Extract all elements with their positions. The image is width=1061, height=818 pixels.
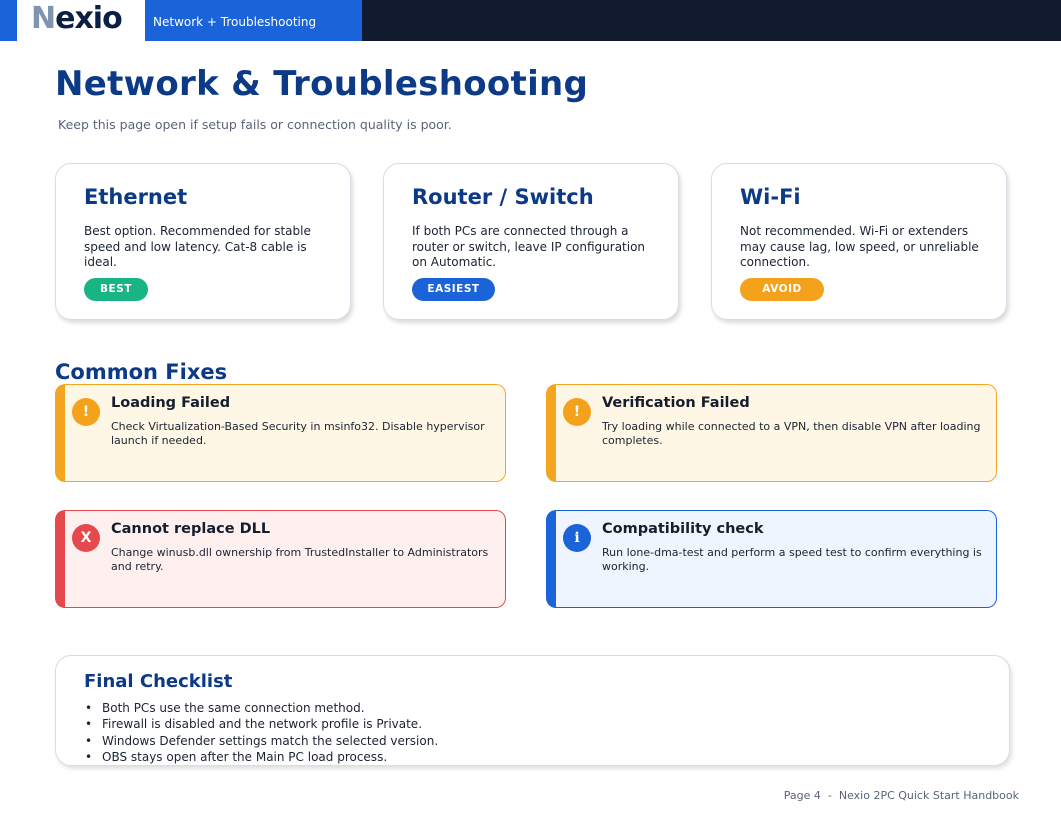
warning-icon: ! <box>72 398 100 426</box>
bullet-icon: • <box>85 717 93 732</box>
checklist-item: • Firewall is disabled and the network pr… <box>85 717 423 732</box>
header-section-label: Network + Troubleshooting <box>153 15 317 29</box>
common-fixes-title: Common Fixes <box>55 360 228 384</box>
bullet-icon: • <box>85 749 93 764</box>
card-title: Ethernet <box>84 185 188 209</box>
checklist-item: • OBS stays open after the Main PC load p… <box>85 749 388 764</box>
final-checklist-card: Final Checklist • Both PCs use the same c… <box>55 655 1010 766</box>
tag-badge-easiest: EASIEST <box>412 278 495 301</box>
card-wifi: Wi-Fi Not recommended. Wi-Fi or extender… <box>711 163 1007 320</box>
fix-title: Compatibility check <box>602 521 764 537</box>
logo-box: Nexio <box>17 0 145 41</box>
fix-text: Try loading while connected to a VPN, th… <box>602 420 981 447</box>
fix-verification-failed: ! Verification Failed Try loading while … <box>546 384 997 482</box>
page-title: Network & Troubleshooting <box>55 64 589 104</box>
fix-title: Cannot replace DLL <box>111 521 271 537</box>
card-router-switch: Router / Switch If both PCs are connecte… <box>383 163 679 320</box>
card-ethernet: Ethernet Best option. Recommended for st… <box>55 163 351 320</box>
bullet-icon: • <box>85 733 93 748</box>
fix-title: Verification Failed <box>602 395 750 411</box>
fix-text: Change winusb.dll ownership from Trusted… <box>111 546 489 573</box>
fix-text: Run lone-dma-test and perform a speed te… <box>602 546 982 573</box>
tag-badge-best: BEST <box>84 278 148 301</box>
page-subtitle: Keep this page open if setup fails or co… <box>58 117 452 132</box>
checklist-item: • Both PCs use the same connection method… <box>85 701 365 715</box>
checklist-list: • Both PCs use the same connection method… <box>85 700 439 765</box>
bullet-icon: • <box>85 701 93 715</box>
tag-badge-avoid: AVOID <box>740 278 824 301</box>
card-description: If both PCs are connected through a rout… <box>412 224 646 269</box>
card-title: Router / Switch <box>412 185 594 209</box>
fix-title: Loading Failed <box>111 395 231 411</box>
info-icon: i <box>563 524 591 552</box>
fix-compatibility-check: i Compatibility check Run lone-dma-test … <box>546 510 997 608</box>
fix-text: Check Virtualization-Based Security in m… <box>111 420 485 447</box>
top-bar: Nexio Network + Troubleshooting <box>0 0 1061 41</box>
card-title: Wi-Fi <box>740 185 801 209</box>
brand-block: Nexio Network + Troubleshooting <box>0 0 362 41</box>
final-checklist-title: Final Checklist <box>84 671 233 692</box>
fix-cannot-replace-dll: X Cannot replace DLL Change winusb.dll o… <box>55 510 506 608</box>
warning-icon: ! <box>563 398 591 426</box>
checklist-item: • Windows Defender settings match the sel… <box>85 733 439 748</box>
nexio-logo: Nexio <box>31 1 123 36</box>
card-description: Best option. Recommended for stable spee… <box>84 224 311 269</box>
fix-loading-failed: ! Loading Failed Check Virtualization-Ba… <box>55 384 506 482</box>
error-icon: X <box>72 524 100 552</box>
page-footer: Page 4 - Nexio 2PC Quick Start Handbook <box>783 789 1019 802</box>
card-description: Not recommended. Wi-Fi or extenders may … <box>740 224 979 269</box>
